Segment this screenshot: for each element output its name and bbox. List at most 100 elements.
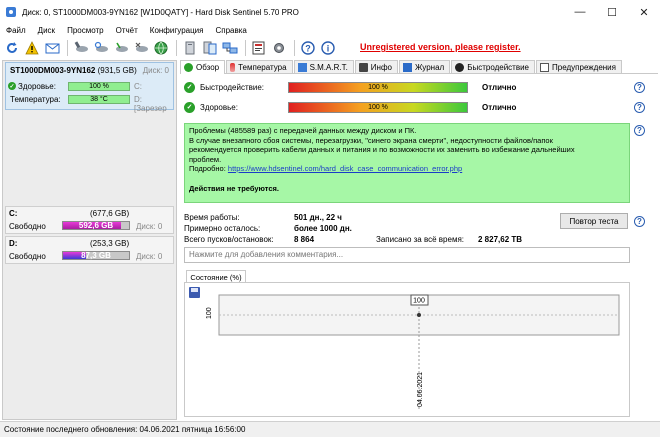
partition-free-label: Свободно	[9, 252, 46, 261]
menu-file[interactable]: Файл	[0, 26, 32, 35]
partition-card-c[interactable]: C: (677,6 GB) Свободно 592,6 GB Диск: 0	[5, 206, 174, 234]
message-help-icon[interactable]: ?	[634, 125, 645, 136]
disk-settings-icon[interactable]	[132, 40, 150, 56]
info-icon[interactable]: i	[319, 40, 337, 56]
drive-icon[interactable]	[181, 40, 199, 56]
svg-text:?: ?	[305, 44, 311, 54]
mail-icon[interactable]	[43, 40, 61, 56]
written-value: 2 827,62 TB	[478, 235, 523, 244]
menu-config[interactable]: Конфигурация	[144, 26, 210, 35]
refresh-icon[interactable]	[3, 40, 21, 56]
minimize-button[interactable]: —	[564, 0, 596, 24]
tab-log[interactable]: Журнал	[399, 60, 451, 73]
partition-free-value: 87,3 GB	[81, 251, 111, 260]
tab-alerts[interactable]: Предупреждения	[536, 60, 622, 73]
menu-disk[interactable]: Диск	[32, 26, 61, 35]
details-link[interactable]: https://www.hdsentinel.com/hard_disk_cas…	[228, 164, 462, 173]
partition-disk: Диск: 0	[136, 222, 163, 231]
tab-temperature[interactable]: Температура	[226, 60, 293, 73]
disk-name: ST1000DM003-9YN162 (931,5 GB)	[10, 66, 137, 75]
menu-help[interactable]: Справка	[209, 26, 252, 35]
disk-model: ST1000DM003-9YN162	[10, 66, 96, 75]
unregistered-link[interactable]: Unregistered version, please register.	[360, 42, 521, 52]
network-icon[interactable]	[221, 40, 239, 56]
partition-size: (253,3 GB)	[90, 239, 130, 248]
performance-help-icon[interactable]: ?	[634, 82, 645, 93]
remaining-value: более 1000 дн.	[294, 224, 352, 233]
status-message-box: Проблемы (485589 раз) с передачей данных…	[184, 123, 630, 203]
health-value: 100 %	[368, 103, 388, 111]
x-tick-label: 04.06.2021	[417, 372, 424, 407]
drive-copy-icon[interactable]	[201, 40, 219, 56]
performance-value: 100 %	[368, 83, 388, 91]
health-chart-frame: 100 100 04.06.2021	[184, 282, 630, 417]
health-ok-icon: ✓	[184, 101, 195, 113]
message-line: проблем.	[189, 154, 222, 164]
partition-card-d[interactable]: D: (253,3 GB) Свободно 87,3 GB Диск: 0	[5, 236, 174, 264]
maximize-button[interactable]: ☐	[596, 0, 628, 24]
details-label: Подробно:	[189, 164, 226, 173]
disk-partition-note: C:	[134, 82, 142, 91]
status-bar: Состояние последнего обновления: 04.06.2…	[0, 421, 660, 437]
tab-performance[interactable]: Быстродействие	[451, 60, 536, 73]
tab-label: Предупреждения	[552, 62, 616, 72]
svg-text:i: i	[327, 44, 330, 54]
help-icon[interactable]: ?	[299, 40, 317, 56]
health-status: Отлично	[482, 102, 517, 112]
tab-label: Обзор	[196, 63, 220, 72]
thermometer-icon	[230, 62, 236, 72]
tab-info[interactable]: Инфо	[354, 60, 398, 73]
partition-free-bar: 592,6 GB	[62, 221, 130, 230]
partition-letter: C:	[9, 209, 18, 218]
performance-row: ✓ Быстродействие: 100 % Отлично	[184, 80, 516, 94]
starts-label: Всего пусков/остановок:	[184, 235, 274, 244]
info-doc-icon	[358, 62, 368, 72]
window-title: Диск: 0, ST1000DM003-9YN162 [W1D0QATY] -…	[22, 7, 299, 17]
uptime-label: Время работы:	[184, 213, 240, 222]
toolbar-separator	[245, 40, 246, 56]
config-icon[interactable]	[270, 40, 288, 56]
menu-report[interactable]: Отчёт	[110, 26, 144, 35]
disk-scan-icon[interactable]	[92, 40, 110, 56]
uptime-value: 501 дн., 22 ч	[294, 213, 342, 222]
overview-panel: ✓ Быстродействие: 100 % Отлично ? ✓ Здор…	[180, 75, 658, 420]
health-row: ✓ Здоровье: 100 % Отлично	[184, 100, 516, 114]
title-bar: Диск: 0, ST1000DM003-9YN162 [W1D0QATY] -…	[0, 0, 660, 24]
partition-size: (677,6 GB)	[90, 209, 130, 218]
menu-view[interactable]: Просмотр	[61, 26, 110, 35]
health-help-icon[interactable]: ?	[634, 102, 645, 113]
window-controls: — ☐ ✕	[564, 0, 660, 24]
temperature-label: Температура:	[10, 95, 61, 104]
disk-list-pane: ST1000DM003-9YN162 (931,5 GB) Диск: 0 ✓ …	[2, 60, 177, 420]
globe-icon[interactable]	[152, 40, 170, 56]
tab-label: S.M.A.R.T.	[309, 62, 348, 72]
app-icon	[6, 7, 16, 17]
disk-tool-icon[interactable]	[72, 40, 90, 56]
written-label: Записано за всё время:	[376, 235, 464, 244]
repeat-test-button[interactable]: Повтор теста	[560, 213, 628, 229]
test-help-icon[interactable]: ?	[634, 216, 645, 227]
disk-reserved-note: D: [Зарезер	[134, 95, 167, 113]
y-tick-label: 100	[206, 307, 213, 319]
performance-label: Быстродействие:	[200, 82, 265, 92]
close-button[interactable]: ✕	[628, 0, 660, 24]
partition-letter: D:	[9, 239, 18, 248]
toolbar-separator	[67, 40, 68, 56]
health-ok-icon: ✓	[8, 82, 16, 90]
warning-icon[interactable]	[23, 40, 41, 56]
comment-field[interactable]: Нажмите для добавления комментария...	[184, 247, 630, 263]
alert-doc-icon	[540, 62, 550, 72]
tab-smart[interactable]: S.M.A.R.T.	[293, 60, 354, 73]
health-bar: 100 %	[288, 101, 468, 113]
tab-overview[interactable]: Обзор	[180, 60, 226, 74]
disk-test-icon[interactable]	[112, 40, 130, 56]
tab-label: Быстродействие	[467, 62, 530, 72]
disk-card[interactable]: ST1000DM003-9YN162 (931,5 GB) Диск: 0 ✓ …	[5, 62, 174, 113]
report-icon[interactable]	[250, 40, 268, 56]
performance-ok-icon: ✓	[184, 81, 195, 93]
starts-value: 8 864	[294, 235, 315, 244]
disk-index: Диск: 0	[142, 66, 169, 75]
partition-free-label: Свободно	[9, 222, 46, 231]
data-point	[417, 313, 421, 317]
speed-icon	[455, 62, 465, 72]
